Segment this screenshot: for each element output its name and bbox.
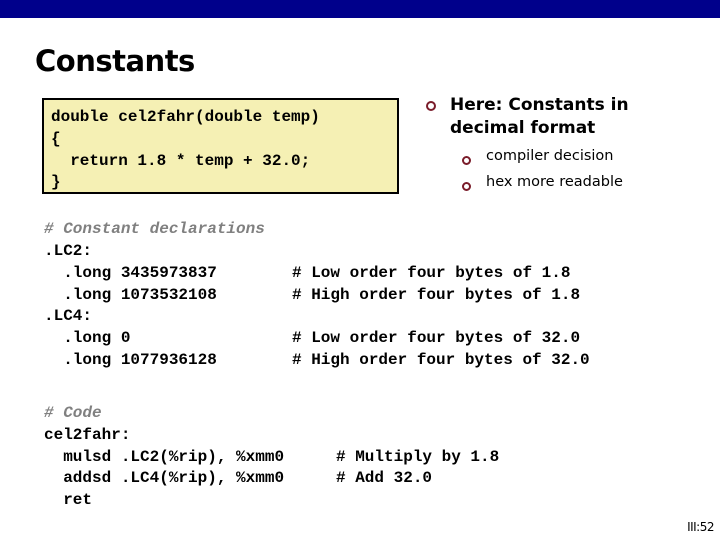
asm-line: mulsd .LC2(%rip), %xmm0 # Multiply by 1.8 bbox=[44, 448, 499, 466]
bullet-main: Here: Constants in decimal format bbox=[450, 95, 629, 138]
asm-comment-declarations: # Constant declarations bbox=[44, 220, 265, 238]
asm-code: addsd .LC4(%rip), %xmm0 bbox=[44, 469, 285, 487]
asm-comment-code: # Code bbox=[44, 404, 102, 422]
asm-code: .LC4: bbox=[44, 307, 93, 325]
asm-comment: # Low order four bytes of 1.8 bbox=[292, 264, 571, 282]
asm-line: .long 0 # Low order four bytes of 32.0 bbox=[44, 329, 580, 347]
asm-line: .LC2: bbox=[44, 242, 92, 260]
asm-line: .long 1073532108 # High order four bytes … bbox=[44, 286, 580, 304]
asm-code: ret bbox=[44, 491, 93, 509]
asm-line: cel2fahr: bbox=[44, 426, 130, 444]
c-code-line: } bbox=[51, 173, 61, 191]
asm-code: .long 0 bbox=[44, 329, 131, 347]
asm-comment: # High order four bytes of 32.0 bbox=[292, 351, 590, 369]
asm-line: .long 1077936128 # High order four bytes … bbox=[44, 351, 589, 369]
c-code-line: double cel2fahr(double temp) bbox=[51, 108, 320, 126]
slide-title: Constants bbox=[35, 44, 195, 78]
bullet-sub: hex more readable bbox=[486, 174, 623, 190]
bullet-sub: compiler decision bbox=[486, 148, 614, 164]
asm-line: .long 3435973837 # Low order four bytes o… bbox=[44, 264, 570, 282]
asm-comment: # Low order four bytes of 32.0 bbox=[292, 329, 581, 347]
asm-code: cel2fahr: bbox=[44, 426, 131, 444]
c-code-line: { bbox=[51, 130, 61, 148]
asm-line: .LC4: bbox=[44, 307, 92, 325]
asm-line: addsd .LC4(%rip), %xmm0 # Add 32.0 bbox=[44, 469, 432, 487]
asm-line: ret bbox=[44, 491, 92, 509]
page-number: III:52 bbox=[687, 520, 714, 534]
asm-code: mulsd .LC2(%rip), %xmm0 bbox=[44, 448, 285, 466]
asm-comment: # Multiply by 1.8 bbox=[336, 448, 500, 466]
asm-code: .long 1073532108 bbox=[44, 286, 217, 304]
asm-comment: # Add 32.0 bbox=[336, 469, 433, 487]
asm-comment: # High order four bytes of 1.8 bbox=[292, 286, 581, 304]
asm-code: .LC2: bbox=[44, 242, 93, 260]
c-code-box: double cel2fahr(double temp) { return 1.… bbox=[42, 98, 399, 194]
c-code-line: return 1.8 * temp + 32.0; bbox=[51, 152, 311, 170]
asm-code: .long 3435973837 bbox=[44, 264, 217, 282]
top-banner bbox=[0, 0, 720, 18]
asm-code: .long 1077936128 bbox=[44, 351, 217, 369]
